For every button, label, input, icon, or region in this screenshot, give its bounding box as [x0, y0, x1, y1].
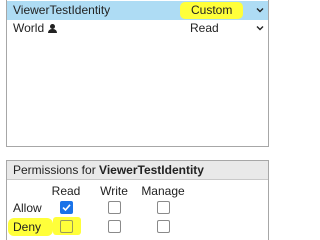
permissions-panel-title: Permissions for ViewerTestIdentity	[13, 163, 204, 178]
permissions-panel-header: Permissions for ViewerTestIdentity	[7, 161, 268, 180]
column-header-manage: Manage	[141, 184, 185, 198]
chevron-down-icon	[256, 26, 264, 31]
user-icon	[48, 24, 58, 33]
identity-name: ViewerTestIdentity	[13, 3, 111, 17]
checkbox-allow-write[interactable]	[108, 201, 121, 214]
permission-select-value: Read	[190, 21, 219, 35]
permission-select-value: Custom	[180, 2, 244, 19]
checkbox-allow-manage[interactable]	[157, 201, 170, 214]
identity-row-viewertestidentity[interactable]: ViewerTestIdentity Custom	[7, 1, 268, 20]
permission-select-world[interactable]: Read	[183, 20, 265, 37]
identity-name-wrap: World	[13, 21, 58, 36]
checkbox-allow-read[interactable]	[60, 201, 73, 214]
permissions-title-identity: ViewerTestIdentity	[99, 163, 204, 177]
row-label-deny: Deny	[8, 218, 54, 236]
permission-select-viewertestidentity[interactable]: Custom	[180, 2, 265, 19]
checkbox-deny-read[interactable]	[60, 220, 73, 233]
identity-row-world[interactable]: World Read	[7, 19, 268, 38]
chevron-down-icon	[256, 8, 264, 13]
identity-list: ViewerTestIdentity Custom World Read	[6, 0, 269, 147]
identity-name: World	[13, 21, 45, 35]
checkbox-deny-write[interactable]	[108, 220, 121, 233]
permissions-dialog: ViewerTestIdentity Custom World Read Per…	[0, 0, 273, 240]
permissions-panel: Permissions for ViewerTestIdentity Read …	[6, 160, 269, 240]
permissions-title-prefix: Permissions for	[13, 163, 96, 177]
checkbox-deny-manage[interactable]	[157, 220, 170, 233]
checkmark-icon	[62, 204, 71, 212]
row-label-allow: Allow	[13, 201, 42, 215]
